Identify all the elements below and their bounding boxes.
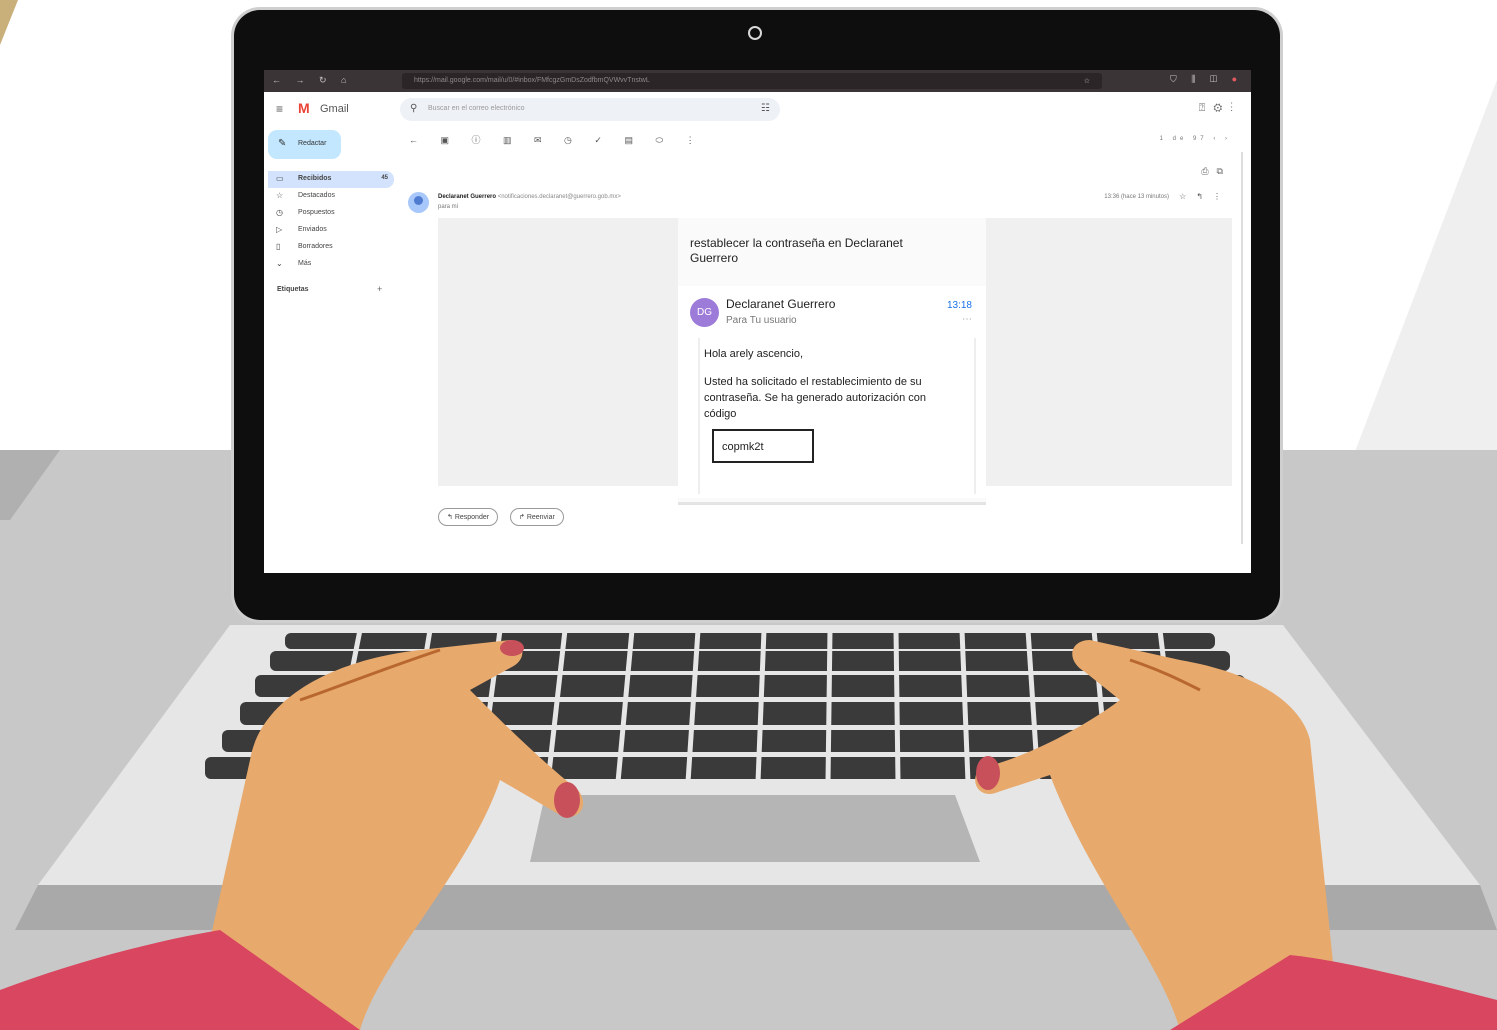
- address-bar[interactable]: https://mail.google.com/mail/u/0/#inbox/…: [402, 73, 1102, 89]
- search-input[interactable]: Buscar en el correo electrónico: [428, 105, 525, 112]
- print-icons[interactable]: ⎙⧉: [1201, 166, 1231, 177]
- email-from: Declaranet Guerrero: [726, 297, 836, 311]
- unread-count: 45: [381, 175, 388, 181]
- chevron-down-icon: ⌄: [276, 259, 283, 268]
- camera-icon: [748, 26, 762, 40]
- extension-icons[interactable]: ⛉ ⫼ ◫ ●: [1170, 74, 1243, 85]
- message-action-icons[interactable]: ☆↰⋮: [1179, 192, 1231, 201]
- compose-button[interactable]: ✎ Redactar: [268, 130, 341, 159]
- recipient-dropdown[interactable]: para mí: [438, 204, 458, 210]
- browser-nav-icons[interactable]: ← → ↻ ⌂: [272, 75, 352, 86]
- avatar: DG: [690, 298, 719, 327]
- profile-icon: ●: [1231, 74, 1243, 84]
- header-icons[interactable]: ⍰⚙⋮: [1199, 102, 1241, 115]
- pagination[interactable]: 1 de 97 ‹ ›: [1160, 136, 1231, 142]
- email-subject: restablecer la contraseña en Declaranet …: [690, 236, 903, 265]
- email-paragraph: Usted ha solicitado el restablecimiento …: [704, 376, 926, 420]
- clock-icon: ◷: [276, 208, 283, 217]
- pencil-icon: ✎: [278, 138, 287, 149]
- send-icon: ▷: [276, 225, 283, 234]
- email-to: Para Tu usuario: [726, 315, 797, 326]
- inbox-icon: ▭: [276, 174, 284, 183]
- star-icon: ☆: [276, 191, 284, 200]
- add-label-icon[interactable]: +: [377, 284, 382, 294]
- reply-button[interactable]: ↰ Responder: [438, 508, 499, 526]
- gmail-logo-icon[interactable]: M: [298, 100, 310, 116]
- greeting: Hola arely ascencio,: [704, 348, 804, 360]
- email-card: restablecer la contraseña en Declaranet …: [678, 218, 986, 505]
- message-time: 13:36 (hace 13 minutos): [1104, 194, 1169, 200]
- gmail-header: ≡ M Gmail ⚲ Buscar en el correo electrón…: [264, 92, 1251, 128]
- sender-line: Declaranet Guerrero <notificaciones.decl…: [438, 194, 621, 200]
- url-text: https://mail.google.com/mail/u/0/#inbox/…: [414, 77, 650, 84]
- email-content: Hola arely ascencio, Usted ha solicitado…: [698, 338, 976, 494]
- sender-avatar: [408, 192, 429, 213]
- sidebar-item-pospuestos[interactable]: ◷ Pospuestos: [268, 205, 394, 222]
- app-title: Gmail: [320, 103, 349, 115]
- menu-icon[interactable]: ≡: [276, 102, 283, 116]
- bookmark-star-icon[interactable]: ☆: [1084, 77, 1090, 85]
- sidebar-nav: ▭ Recibidos 45 ☆ Destacados ◷ Pospuestos…: [268, 171, 394, 273]
- verification-code: copmk2t: [712, 429, 814, 463]
- sidebar-item-borradores[interactable]: ▯ Borradores: [268, 239, 394, 256]
- message-toolbar[interactable]: ← ▣ ⓘ ▥ ✉ ◷ ✓ ▤ ⬭ ⋮: [409, 133, 705, 146]
- search-bar[interactable]: ⚲ Buscar en el correo electrónico ☷: [400, 98, 780, 121]
- email-time: 13:18: [946, 300, 972, 311]
- scrollbar[interactable]: [1241, 152, 1243, 544]
- browser-toolbar: ← → ↻ ⌂ https://mail.google.com/mail/u/0…: [264, 70, 1251, 92]
- sidebar-item-recibidos[interactable]: ▭ Recibidos 45: [268, 171, 394, 188]
- email-inner: DG Declaranet Guerrero Para Tu usuario 1…: [678, 286, 986, 498]
- search-options-icon[interactable]: ☷: [761, 103, 770, 114]
- more-icon[interactable]: ⋯: [962, 314, 972, 325]
- sidebar-item-mas[interactable]: ⌄ Más: [268, 256, 394, 273]
- labels-heading: Etiquetas: [277, 286, 309, 293]
- sidebar-item-enviados[interactable]: ▷ Enviados: [268, 222, 394, 239]
- laptop-screen: ← → ↻ ⌂ https://mail.google.com/mail/u/0…: [264, 70, 1251, 573]
- search-icon[interactable]: ⚲: [410, 103, 417, 114]
- draft-icon: ▯: [276, 242, 281, 251]
- sidebar-item-destacados[interactable]: ☆ Destacados: [268, 188, 394, 205]
- forward-button[interactable]: ↱ Reenviar: [510, 508, 564, 526]
